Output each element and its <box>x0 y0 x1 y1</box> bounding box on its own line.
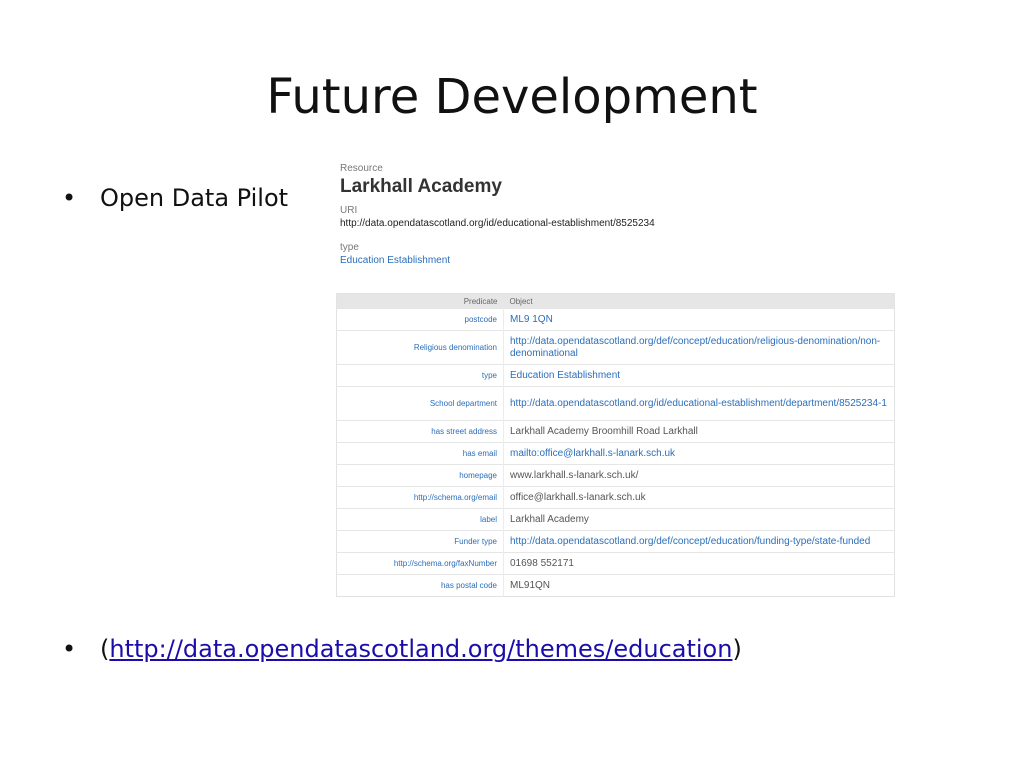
table-row: http://schema.org/email office@larkhall.… <box>336 486 895 509</box>
object-cell[interactable]: http://data.opendatascotland.org/def/con… <box>503 530 895 553</box>
education-theme-link[interactable]: http://data.opendatascotland.org/themes/… <box>109 635 732 663</box>
slide-title: Future Development <box>266 69 758 125</box>
bullet-source-link: • (http://data.opendatascotland.org/theme… <box>62 632 742 666</box>
object-cell[interactable]: mailto:office@larkhall.s-lanark.sch.uk <box>503 442 895 465</box>
object-cell: 01698 552171 <box>503 552 895 575</box>
table-row: has street address Larkhall Academy Broo… <box>336 420 895 443</box>
table-header-row: Predicate Object <box>336 293 895 309</box>
uri-value: http://data.opendatascotland.org/id/educ… <box>340 218 655 229</box>
object-cell[interactable]: http://data.opendatascotland.org/id/educ… <box>503 386 895 421</box>
predicate-cell[interactable]: has email <box>336 442 504 465</box>
object-header: Object <box>503 293 895 309</box>
object-cell[interactable]: ML9 1QN <box>503 308 895 331</box>
table-row: type Education Establishment <box>336 364 895 387</box>
uri-label: URI <box>340 205 358 216</box>
object-cell: office@larkhall.s-lanark.sch.uk <box>503 486 895 509</box>
table-row: Funder type http://data.opendatascotland… <box>336 530 895 553</box>
table-row: label Larkhall Academy <box>336 508 895 531</box>
object-cell: Larkhall Academy <box>503 508 895 531</box>
resource-label: Resource <box>340 163 383 174</box>
object-cell: Larkhall Academy Broomhill Road Larkhall <box>503 420 895 443</box>
table-row: postcode ML9 1QN <box>336 308 895 331</box>
object-cell[interactable]: http://data.opendatascotland.org/def/con… <box>503 330 895 365</box>
object-cell[interactable]: Education Establishment <box>503 364 895 387</box>
predicate-cell[interactable]: type <box>336 364 504 387</box>
bullet-dot: • <box>62 184 77 212</box>
predicate-cell[interactable]: postcode <box>336 308 504 331</box>
paren-close: ) <box>732 635 742 663</box>
table-row: http://schema.org/faxNumber 01698 552171 <box>336 552 895 575</box>
resource-panel: Resource Larkhall Academy URI http://dat… <box>340 163 900 267</box>
table-row: School department http://data.opendatasc… <box>336 386 895 421</box>
predicate-cell[interactable]: http://schema.org/email <box>336 486 504 509</box>
bullet-dot: • <box>62 635 77 663</box>
predicate-cell[interactable]: has street address <box>336 420 504 443</box>
predicate-cell[interactable]: School department <box>336 386 504 421</box>
type-link[interactable]: Education Establishment <box>340 254 900 267</box>
predicate-cell[interactable]: http://schema.org/faxNumber <box>336 552 504 575</box>
object-cell: www.larkhall.s-lanark.sch.uk/ <box>503 464 895 487</box>
table-row: Religious denomination http://data.opend… <box>336 330 895 365</box>
table-row: has postal code ML91QN <box>336 574 895 597</box>
table-row: has email mailto:office@larkhall.s-lanar… <box>336 442 895 465</box>
object-cell: ML91QN <box>503 574 895 597</box>
resource-name: Larkhall Academy <box>340 176 502 197</box>
predicate-header: Predicate <box>336 293 504 309</box>
predicate-cell[interactable]: homepage <box>336 464 504 487</box>
table-row: homepage www.larkhall.s-lanark.sch.uk/ <box>336 464 895 487</box>
predicate-cell[interactable]: label <box>336 508 504 531</box>
type-label: type <box>340 242 359 253</box>
predicate-cell[interactable]: Funder type <box>336 530 504 553</box>
predicate-cell[interactable]: has postal code <box>336 574 504 597</box>
paren-open: ( <box>100 635 110 663</box>
bullet-open-data-pilot: • Open Data Pilot <box>62 181 288 215</box>
predicate-cell[interactable]: Religious denomination <box>336 330 504 365</box>
predicate-object-table: Predicate Object postcode ML9 1QN Religi… <box>336 293 895 597</box>
bullet-text: Open Data Pilot <box>100 184 289 212</box>
